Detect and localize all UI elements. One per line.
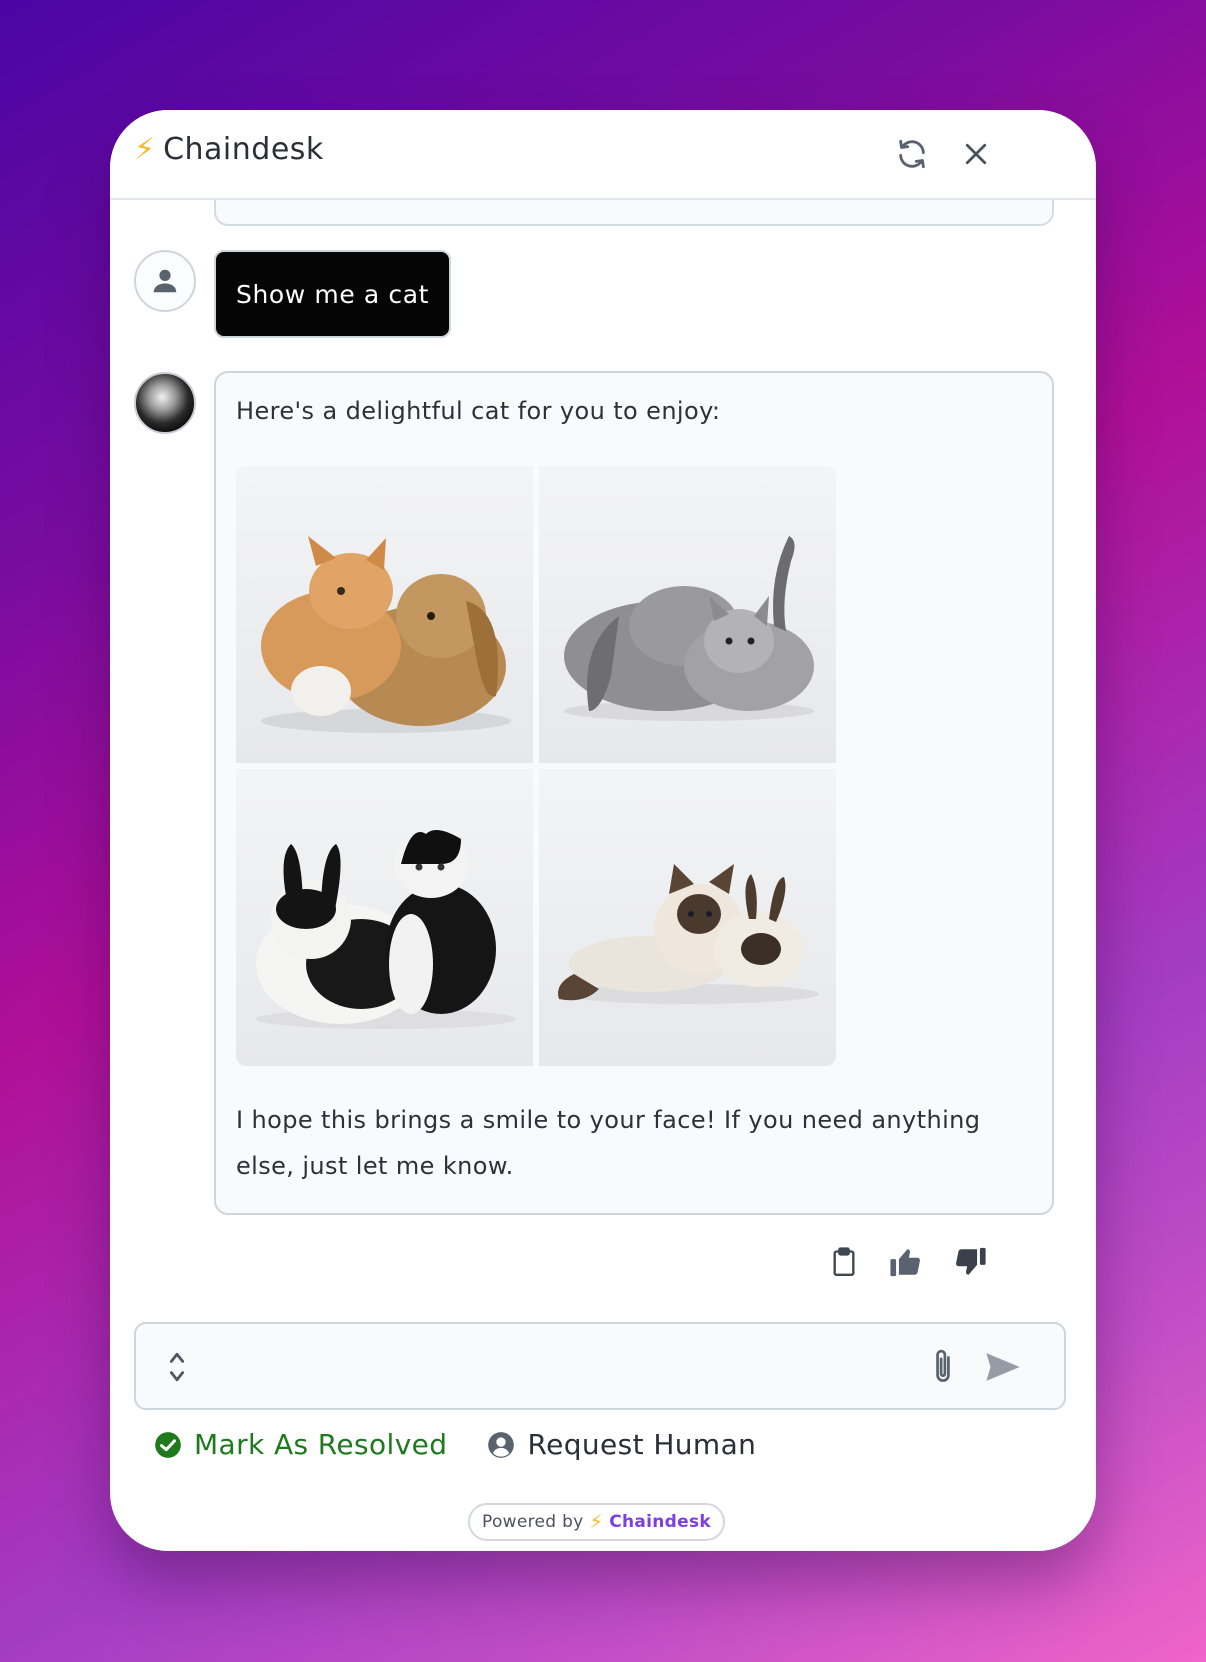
brand: ⚡ Chaindesk — [134, 132, 324, 167]
bolt-icon: ⚡ — [134, 131, 156, 167]
message-input[interactable] — [226, 1342, 890, 1392]
agent-avatar — [134, 372, 196, 434]
agent-message-bubble: Here's a delightful cat for you to enjoy… — [214, 371, 1054, 1215]
powered-by-brand: Chaindesk — [609, 1512, 711, 1532]
request-human-button[interactable]: Request Human — [487, 1428, 756, 1461]
refresh-icon — [899, 139, 925, 169]
grid-image-3[interactable] — [236, 769, 533, 1066]
kitten-rabbit-photo-3 — [256, 830, 516, 1029]
thumbs-up-icon — [890, 1249, 920, 1277]
user-message-text: Show me a cat — [236, 279, 430, 309]
user-avatar — [134, 250, 196, 312]
grid-image-2[interactable] — [539, 466, 836, 763]
powered-by-badge[interactable]: Powered by ⚡ Chaindesk — [468, 1503, 725, 1541]
check-circle-icon — [155, 1431, 181, 1458]
send-button[interactable] — [982, 1346, 1024, 1388]
close-icon — [965, 143, 987, 165]
kitten-rabbit-photo-1 — [261, 536, 511, 733]
request-human-label: Request Human — [527, 1428, 757, 1461]
send-icon — [986, 1353, 1020, 1381]
user-message-bubble: Show me a cat — [214, 250, 452, 338]
chat-title: Chaindesk — [163, 132, 324, 167]
attach-button[interactable] — [922, 1346, 964, 1388]
copy-icon — [833, 1247, 855, 1276]
mark-resolved-button[interactable]: Mark As Resolved — [154, 1428, 447, 1461]
expand-chevrons-icon — [169, 1352, 185, 1382]
conversation-actions: Mark As Resolved Request Human — [154, 1428, 756, 1461]
agent-message-intro: Here's a delightful cat for you to enjoy… — [236, 397, 721, 425]
kitten-rabbit-photo-4 — [558, 864, 819, 1004]
grid-image-1[interactable] — [236, 466, 533, 763]
agent-message-outro: I hope this brings a smile to your face!… — [236, 1106, 981, 1180]
powered-bolt-icon: ⚡ — [589, 1511, 604, 1533]
thumbs-down-icon — [956, 1247, 986, 1275]
kitten-rabbit-photo-2 — [564, 536, 814, 721]
message-composer — [134, 1322, 1066, 1410]
paperclip-icon — [936, 1349, 950, 1382]
chat-header: ⚡ Chaindesk — [110, 110, 1096, 200]
thumbs-up-button[interactable] — [886, 1242, 926, 1282]
close-button[interactable] — [956, 134, 996, 174]
powered-by-prefix: Powered by — [482, 1512, 584, 1532]
grid-image-4[interactable] — [539, 769, 836, 1066]
account-circle-icon — [488, 1431, 515, 1458]
refresh-button[interactable] — [892, 134, 932, 174]
chat-widget: ⚡ Chaindesk Show me a cat Here's a delig… — [110, 110, 1096, 1551]
mark-resolved-label: Mark As Resolved — [194, 1428, 448, 1461]
expand-toggle-button[interactable] — [156, 1346, 198, 1388]
image-grid[interactable] — [236, 466, 836, 1066]
person-icon — [153, 269, 177, 293]
copy-button[interactable] — [824, 1242, 864, 1282]
thumbs-down-button[interactable] — [950, 1242, 990, 1282]
